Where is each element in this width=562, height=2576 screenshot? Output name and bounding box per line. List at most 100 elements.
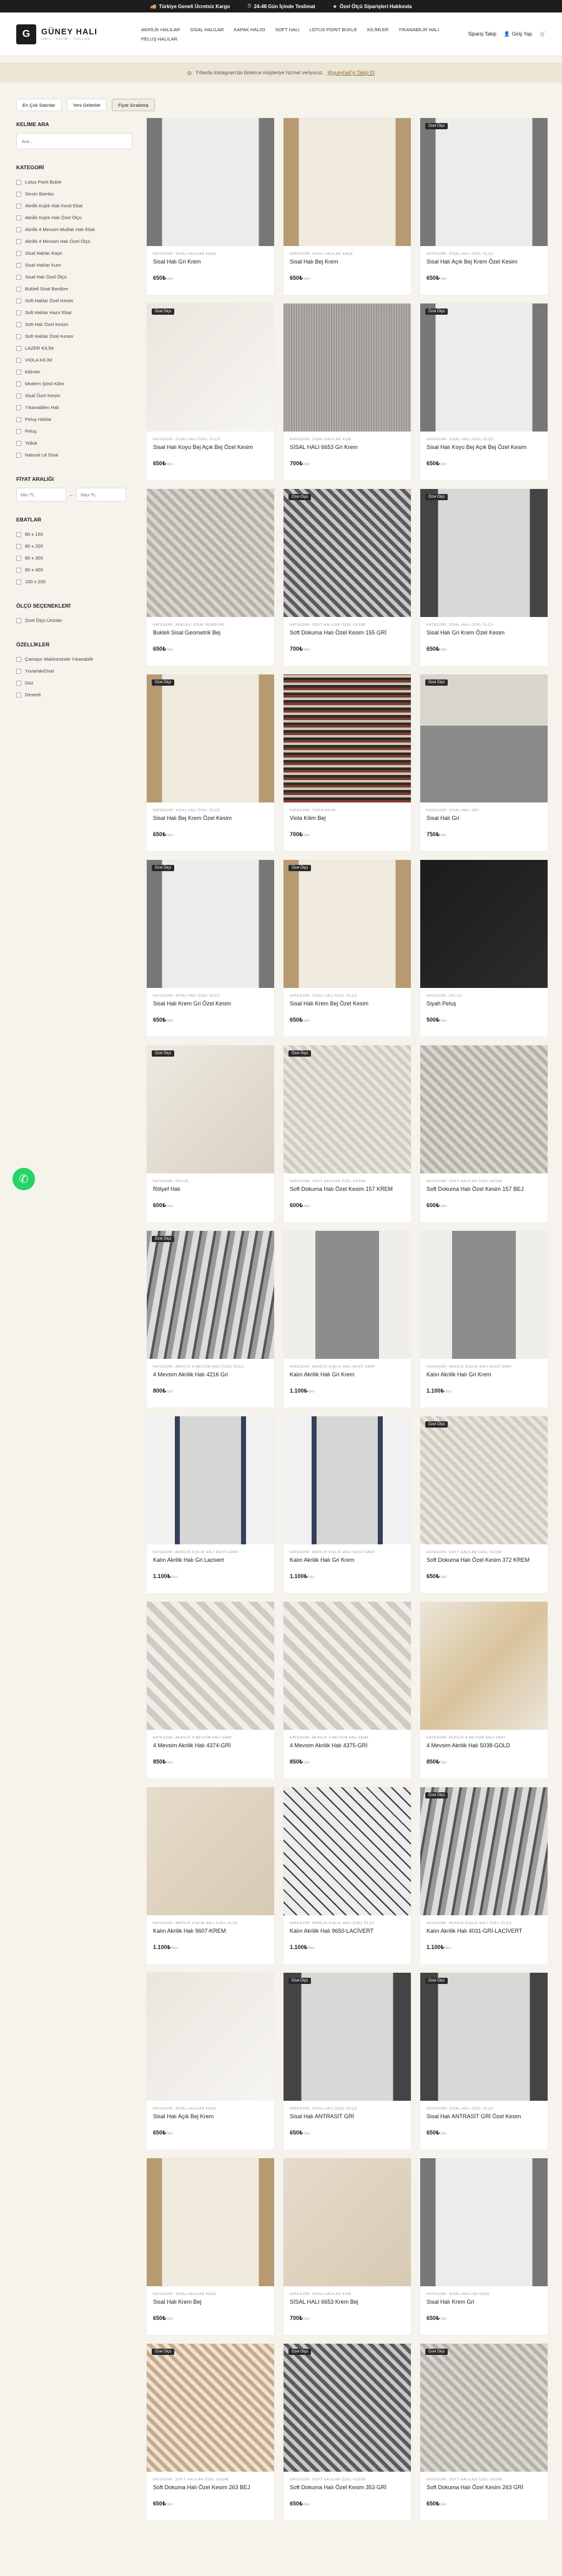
product-card[interactable]: Özel Ölçü KATEGORİ: SİSAL HALI ÖZEL ÖLÇÜ S… [420,303,548,481]
category-filter[interactable]: Sisal Halılar Kaçe [16,247,132,259]
whatsapp-icon[interactable]: ✆ [12,1168,35,1190]
product-image[interactable]: Özel Ölçü [147,860,274,988]
product-image[interactable]: Özel Ölçü [420,118,548,246]
category-filter[interactable]: Sisal Halı Özel Ölçü [16,271,132,283]
product-card[interactable]: Özel Ölçü KATEGORİ: SOFT HALILAR ÖZEL KES… [420,2343,548,2521]
product-card[interactable]: KATEGORİ: AKRİLİK KIŞLIK HALI KESİT EBAT… [283,1230,412,1408]
product-card[interactable]: KATEGORİ: AKRİLİK KIŞLIK HALI KESİT EBAT… [146,1416,275,1594]
feature-filter[interactable]: Düz [16,677,132,689]
product-card[interactable]: Özel Ölçü KATEGORİ: SİSAL HALI ÖZEL ÖLÇÜ S… [146,674,275,852]
checkbox[interactable] [16,322,21,327]
category-filter[interactable]: Natural Ld Sisal [16,449,132,461]
product-card[interactable]: Özel Ölçü KATEGORİ: SİSAL HALI ÖZEL ÖLÇÜ S… [420,488,548,666]
size-filter[interactable]: 80 x 200 [16,540,132,552]
product-image[interactable] [283,118,411,246]
checkbox[interactable] [16,274,21,280]
product-name[interactable]: Sisal Halı Koyu Bej Açık Bej Özel Kesim [153,444,268,458]
checkbox[interactable] [16,393,21,398]
product-image[interactable]: Özel Ölçü [147,303,274,432]
product-card[interactable]: Özel Ölçü KATEGORİ: SOFT HALILAR ÖZEL KES… [146,2343,275,2521]
product-image[interactable]: Özel Ölçü [147,1045,274,1173]
sort-best-sellers[interactable]: En Çok Satınlar [16,99,62,111]
nav-item[interactable]: PELUŞ HALILAR [141,36,177,42]
category-filter[interactable]: Akrilik Kışlık Halı Kesit Ebat [16,200,132,212]
product-card[interactable]: KATEGORİ: AKRİLİK 4 MEVSİM HALI EBAT 4 Me… [420,1601,548,1779]
product-card[interactable]: Özel Ölçü KATEGORİ: SİSAL HALI ÖZEL ÖLÇÜ S… [283,1972,412,2150]
product-name[interactable]: Sisal Halı Gri Krem Özel Kesim [426,629,541,643]
product-card[interactable]: KATEGORİ: BUKLELİ SİSAL BORDÜRE Bukleli S… [146,488,275,666]
checkbox[interactable] [16,203,21,209]
product-name[interactable]: Sisal Halı ANTRASİT GRİ Özel Kesim [426,2113,541,2127]
category-filter[interactable]: LAZER KİLİM [16,342,132,354]
size-filter[interactable]: 100 x 200 [16,576,132,588]
product-name[interactable]: Soft Dokuma Halı Özel Kesim 263 BEJ [153,2484,268,2498]
product-image[interactable]: Özel Ölçü [147,2344,274,2472]
product-card[interactable]: Özel Ölçü KATEGORİ: SİSAL HALI ÖZEL ÖLÇÜ S… [420,1972,548,2150]
instagram-follow-link[interactable]: @gunyhali'yi Takip Et [327,70,375,76]
order-track-link[interactable]: Sipariş Takip [468,31,496,37]
product-name[interactable]: Soft Dokuma Halı Özel Kesim 372 KREM [426,1557,541,1571]
product-image[interactable] [147,118,274,246]
category-filter[interactable]: Soft Halı Özel Kesim [16,318,132,330]
product-card[interactable]: KATEGORİ: SİSAL HALILAR KAÇE Sisal Halı K… [420,2158,548,2336]
product-image[interactable] [283,1602,411,1730]
checkbox[interactable] [16,286,21,292]
product-name[interactable]: Sisal Halı Gri [426,815,541,829]
product-image[interactable] [283,1231,411,1359]
sort-new-arrivals[interactable]: Yeni Gelenler [66,99,107,111]
product-card[interactable]: Özel Ölçü KATEGORİ: SİSAL HALI ÖZEL ÖLÇÜ S… [146,859,275,1037]
size-option-filter[interactable]: Özel Ölçü Ürünler [16,614,132,626]
product-name[interactable]: Kalın Akrilik Halı Gri Krem [426,1371,541,1385]
product-name[interactable]: Soft Dokuma Halı Özel Kesim 157 KREM [290,1186,405,1200]
checkbox[interactable] [16,191,21,197]
checkbox[interactable] [16,215,21,220]
product-image[interactable] [283,674,411,802]
product-name[interactable]: Sisal Halı Krem Gri Özel Kesim [153,1000,268,1014]
checkbox[interactable] [16,381,21,387]
checkbox[interactable] [16,567,21,573]
product-card[interactable]: KATEGORİ: SİSAL HALILAR KUM SİSAL HALI 66… [283,303,412,481]
product-image[interactable] [283,1416,411,1544]
product-image[interactable] [283,2158,411,2286]
product-name[interactable]: Kalın Akrilik Halı 9607-KREM [153,1928,268,1942]
checkbox[interactable] [16,227,21,232]
category-filter[interactable]: Kilimler [16,366,132,378]
product-image[interactable]: Özel Ölçü [420,1787,548,1915]
size-filter[interactable]: 80 x 300 [16,552,132,564]
product-name[interactable]: Sisal Halı Gri Krem [153,259,268,272]
product-image[interactable] [283,303,411,432]
product-image[interactable] [420,2158,548,2286]
product-name[interactable]: Rölyef Halı [153,1186,268,1200]
product-name[interactable]: Bukleli Sisal Geometrik Bej [153,629,268,643]
nav-item[interactable]: YIKANABİLİR HALI [398,27,439,32]
product-image[interactable] [283,1787,411,1915]
product-name[interactable]: Viola Kilim Bej [290,815,405,829]
product-image[interactable]: Özel Ölçü [283,489,411,617]
checkbox[interactable] [16,345,21,351]
product-card[interactable]: KATEGORİ: AKRİLİK KIŞLIK HALI ÖZEL ÖLÇÜ K… [283,1787,412,1965]
feature-filter[interactable]: Çamaşır Makinesinde Yıkanabilir [16,653,132,665]
category-filter[interactable]: Modern Şönil Kilim [16,378,132,390]
product-card[interactable]: Özel Ölçü KATEGORİ: SİSAL HALI GRİ Sisal H… [420,674,548,852]
product-image[interactable]: Özel Ölçü [283,1045,411,1173]
product-name[interactable]: Siyah Peluş [426,1000,541,1014]
checkbox[interactable] [16,179,21,185]
product-name[interactable]: Sisal Halı Krem Gri [426,2299,541,2312]
checkbox[interactable] [16,405,21,410]
checkbox[interactable] [16,656,21,662]
product-image[interactable] [420,1231,548,1359]
nav-item[interactable]: SİSAL HALILAR [190,27,224,32]
checkbox[interactable] [16,452,21,458]
size-filter[interactable]: 80 x 150 [16,528,132,540]
product-card[interactable]: KATEGORİ: SİSAL HALILAR KAÇE Sisal Halı B… [283,117,412,295]
logo[interactable]: G GÜNEY HALI HALI · KİLİM · YOLLUK [16,24,122,44]
price-min-input[interactable] [16,488,66,501]
product-image[interactable] [147,1602,274,1730]
size-filter[interactable]: 80 x 400 [16,564,132,576]
product-image[interactable]: Özel Ölçü [147,674,274,802]
product-name[interactable]: Sisal Halı Krem Bej [153,2299,268,2312]
product-image[interactable]: Özel Ölçü [420,674,548,802]
nav-item[interactable]: SOFT HALI [275,27,300,32]
product-name[interactable]: Kalın Akrilik Halı 9650-LACİVERT [290,1928,405,1942]
product-card[interactable]: KATEGORİ: VIOLA KİLİM Viola Kilim Bej 700₺… [283,674,412,852]
